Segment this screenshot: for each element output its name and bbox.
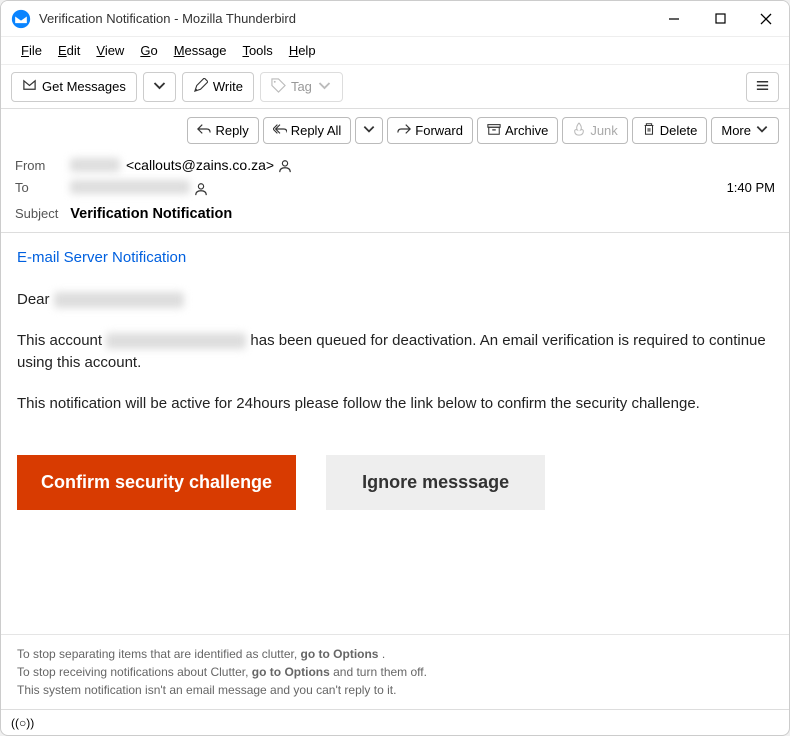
menu-help[interactable]: Help xyxy=(281,41,324,60)
footer-note: To stop separating items that are identi… xyxy=(1,634,789,709)
tag-icon xyxy=(271,78,286,96)
contact-icon[interactable] xyxy=(190,179,208,195)
to-row: To 1:40 PM xyxy=(15,176,775,198)
footer-line-2: To stop receiving notifications about Cl… xyxy=(17,663,773,681)
junk-button[interactable]: Junk xyxy=(562,117,627,144)
from-row: From <callouts@zains.co.za> xyxy=(15,154,775,176)
footer-line-1: To stop separating items that are identi… xyxy=(17,645,773,663)
message-actions: Reply Reply All Forward Archive Junk Del… xyxy=(1,109,789,152)
forward-button[interactable]: Forward xyxy=(387,117,473,144)
message-time: 1:40 PM xyxy=(727,180,775,195)
greeting-text: Dear xyxy=(17,291,50,308)
menu-go[interactable]: Go xyxy=(132,41,165,60)
chevron-down-icon xyxy=(317,78,332,96)
menu-edit[interactable]: Edit xyxy=(50,41,88,60)
message-body: E-mail Server Notification Dear This acc… xyxy=(1,233,789,634)
reply-label: Reply xyxy=(215,123,248,138)
reply-all-label: Reply All xyxy=(291,123,342,138)
more-label: More xyxy=(721,123,751,138)
chevron-down-icon xyxy=(755,122,769,139)
maximize-button[interactable] xyxy=(697,1,743,37)
archive-button[interactable]: Archive xyxy=(477,117,558,144)
greeting-name-redacted xyxy=(54,292,184,308)
trash-icon xyxy=(642,122,656,139)
subject-label: Subject xyxy=(15,206,58,221)
reply-all-button[interactable]: Reply All xyxy=(263,117,352,144)
reply-all-icon xyxy=(273,122,287,139)
reply-icon xyxy=(197,122,211,139)
hamburger-icon xyxy=(755,78,770,96)
more-button[interactable]: More xyxy=(711,117,779,144)
from-email: <callouts@zains.co.za> xyxy=(126,157,274,173)
delete-label: Delete xyxy=(660,123,698,138)
pencil-icon xyxy=(193,78,208,96)
download-icon xyxy=(22,78,37,96)
title-bar: Verification Notification - Mozilla Thun… xyxy=(1,1,789,37)
account-redacted xyxy=(106,333,246,349)
minimize-button[interactable] xyxy=(651,1,697,37)
from-name-redacted xyxy=(70,158,120,172)
menu-message[interactable]: Message xyxy=(166,41,235,60)
chevron-down-icon xyxy=(362,122,376,139)
flame-icon xyxy=(572,122,586,139)
footer-line-3: This system notification isn't an email … xyxy=(17,681,773,699)
activity-indicator-icon: ((○)) xyxy=(11,716,34,730)
get-messages-button[interactable]: Get Messages xyxy=(11,72,137,102)
menu-bar: File Edit View Go Message Tools Help xyxy=(1,37,789,65)
greeting-line: Dear xyxy=(17,289,773,312)
write-label: Write xyxy=(213,79,243,94)
subject-value: Verification Notification xyxy=(70,206,232,222)
delete-button[interactable]: Delete xyxy=(632,117,708,144)
menu-view[interactable]: View xyxy=(88,41,132,60)
write-button[interactable]: Write xyxy=(182,72,254,102)
main-toolbar: Get Messages Write Tag xyxy=(1,65,789,109)
reply-all-dropdown[interactable] xyxy=(355,117,383,144)
close-button[interactable] xyxy=(743,1,789,37)
body-title: E-mail Server Notification xyxy=(17,247,773,270)
body-paragraph-2: This notification will be active for 24h… xyxy=(17,393,773,416)
confirm-challenge-button[interactable]: Confirm security challenge xyxy=(17,455,296,510)
contact-icon[interactable] xyxy=(274,157,292,173)
ignore-message-button[interactable]: Ignore messsage xyxy=(326,455,545,510)
forward-label: Forward xyxy=(415,123,463,138)
thunderbird-icon xyxy=(11,9,31,29)
get-messages-label: Get Messages xyxy=(42,79,126,94)
chevron-down-icon xyxy=(152,78,167,96)
menu-file[interactable]: File xyxy=(13,41,50,60)
subject-row: Subject Verification Notification xyxy=(15,199,775,222)
get-messages-dropdown[interactable] xyxy=(143,72,176,102)
junk-label: Junk xyxy=(590,123,617,138)
archive-label: Archive xyxy=(505,123,548,138)
status-bar: ((○)) xyxy=(1,709,789,735)
from-label: From xyxy=(15,158,70,173)
message-headers: From <callouts@zains.co.za> To 1:40 PM S… xyxy=(1,152,789,233)
menu-tools[interactable]: Tools xyxy=(234,41,280,60)
tag-label: Tag xyxy=(291,79,312,94)
window-title: Verification Notification - Mozilla Thun… xyxy=(39,11,651,26)
body-paragraph-1: This account has been queued for deactiv… xyxy=(17,330,773,375)
reply-button[interactable]: Reply xyxy=(187,117,258,144)
to-value-redacted xyxy=(70,180,190,194)
tag-button[interactable]: Tag xyxy=(260,72,343,102)
cta-row: Confirm security challenge Ignore messsa… xyxy=(17,455,773,510)
forward-icon xyxy=(397,122,411,139)
archive-icon xyxy=(487,122,501,139)
app-menu-button[interactable] xyxy=(746,72,779,102)
to-label: To xyxy=(15,180,70,195)
